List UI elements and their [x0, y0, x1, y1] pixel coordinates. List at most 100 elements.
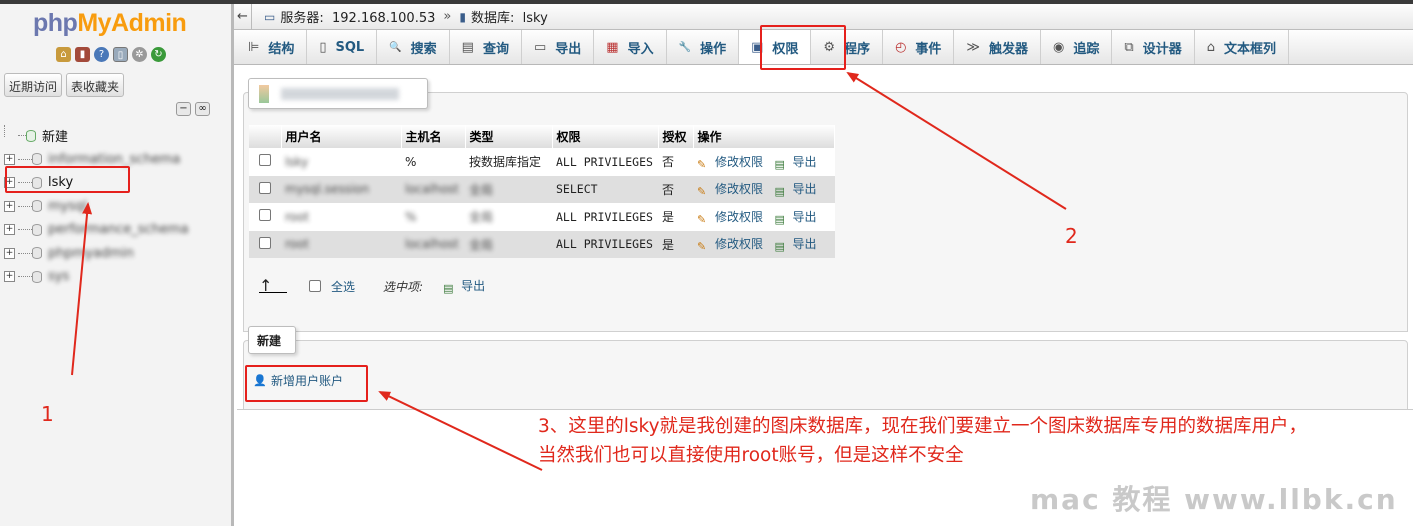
add-user-link[interactable]: 👤 新增用户账户: [253, 372, 343, 389]
cell-hostname: localhost: [405, 237, 459, 252]
tab-routines[interactable]: ⚙ 程序: [811, 30, 884, 64]
tree-item-information-schema[interactable]: + information_schema: [4, 148, 232, 172]
cell-privileges: ALL PRIVILEGES: [552, 230, 658, 258]
tree-item-performance-schema[interactable]: + performance_schema: [4, 218, 232, 242]
privileges-icon: ▣: [751, 39, 764, 55]
export-user-link[interactable]: ▤ 导出: [774, 237, 816, 253]
tab-events[interactable]: ◴ 事件: [883, 30, 955, 64]
tree-item-sys[interactable]: + sys: [4, 265, 232, 289]
tab-query[interactable]: ▤ 查询: [450, 30, 522, 64]
export-icon: ▭: [533, 39, 547, 55]
designer-icon: ⧉: [1124, 39, 1134, 55]
with-selected-label: 选中项:: [383, 279, 424, 294]
tab-triggers[interactable]: ≫ 触发器: [954, 30, 1042, 64]
docs-icon[interactable]: ▯: [113, 47, 128, 62]
export-icon: ▤: [774, 212, 785, 226]
tree-item-label: information_schema: [48, 151, 181, 167]
collapse-all-icon[interactable]: −: [176, 102, 191, 116]
tab-label: 程序: [844, 41, 871, 57]
help-icon[interactable]: ?: [94, 47, 109, 62]
expand-icon[interactable]: +: [4, 177, 15, 189]
tab-label: 搜索: [410, 41, 437, 57]
tree-item-mysql[interactable]: + mysql: [4, 195, 232, 219]
edit-privileges-link[interactable]: ✎ 修改权限: [697, 154, 764, 171]
tab-search[interactable]: 🔍 搜索: [377, 30, 450, 64]
db-label: 数据库:: [470, 11, 515, 26]
edit-privileges-label: 修改权限: [715, 154, 764, 169]
cell-privileges: ALL PRIVILEGES: [552, 148, 658, 176]
back-arrow-icon[interactable]: ←: [234, 3, 252, 30]
expand-icon[interactable]: +: [4, 153, 15, 165]
tab-operations[interactable]: 🔧 操作: [667, 30, 740, 64]
tab-label: 设计器: [1142, 41, 1182, 57]
server-link[interactable]: 服务器: 192.168.100.53: [280, 7, 435, 26]
reload-icon[interactable]: ↻: [151, 47, 166, 62]
header-username: 用户名: [281, 125, 402, 148]
breadcrumb-separator: »: [443, 9, 452, 24]
add-user-icon: 👤: [253, 373, 267, 387]
row-checkbox[interactable]: [259, 209, 271, 222]
table-header: 用户名 主机名 类型 权限 授权 操作: [249, 125, 835, 148]
expand-icon[interactable]: +: [4, 224, 15, 236]
tab-export[interactable]: ▭ 导出: [522, 30, 595, 64]
export-user-label: 导出: [792, 209, 817, 224]
expand-icon[interactable]: +: [4, 200, 15, 212]
export-user-link[interactable]: ▤ 导出: [774, 155, 816, 171]
database-icon: [32, 200, 42, 213]
edit-privileges-link[interactable]: ✎ 修改权限: [697, 210, 763, 226]
link-with-main-icon[interactable]: ∞: [195, 102, 210, 116]
tab-label: SQL: [335, 39, 365, 55]
tree-item-label: 新建: [42, 130, 69, 146]
tab-sql[interactable]: ▯ SQL: [307, 30, 378, 64]
tab-label: 权限: [772, 41, 799, 57]
import-icon: ▦: [606, 39, 619, 55]
user-group-icon: [259, 84, 269, 103]
tab-label: 导入: [627, 41, 654, 57]
export-user-link[interactable]: ▤ 导出: [774, 182, 816, 198]
tab-import[interactable]: ▦ 导入: [594, 30, 667, 64]
select-all-checkbox[interactable]: [309, 280, 321, 292]
row-checkbox[interactable]: [259, 181, 271, 194]
export-icon: ▤: [443, 282, 454, 295]
users-table: 用户名 主机名 类型 权限 授权 操作 lsky % 按数据库指定 ALL PR…: [249, 125, 835, 258]
settings-gear-icon[interactable]: ✲: [132, 47, 147, 62]
expand-icon[interactable]: +: [4, 247, 15, 259]
edit-privileges-icon: ✎: [697, 185, 707, 199]
export-user-link[interactable]: ▤ 导出: [774, 209, 817, 226]
annotation-note-line1: 3、这里的lsky就是我创建的图床数据库，现在我们要建立一个图床数据库专用的数据…: [538, 416, 1308, 437]
database-link[interactable]: 数据库: lsky: [471, 7, 548, 26]
tree-item-lsky[interactable]: + lsky: [4, 171, 232, 195]
expand-icon[interactable]: +: [4, 271, 15, 283]
phpmyadmin-logo[interactable]: phpMyAdmin: [33, 9, 187, 38]
edit-privileges-icon: ✎: [697, 212, 707, 226]
tree-item-label: phpmyadmin: [48, 245, 134, 261]
database-icon: [32, 176, 42, 189]
tab-central-columns[interactable]: ⌂ 文本框列: [1195, 30, 1289, 64]
header-privileges: 权限: [552, 125, 659, 148]
home-icon[interactable]: ⌂: [56, 47, 71, 62]
tab-structure[interactable]: ⊫ 结构: [236, 30, 308, 64]
tab-designer[interactable]: ⧉ 设计器: [1112, 30, 1195, 64]
database-icon: [32, 153, 42, 166]
select-all-label[interactable]: 全选: [331, 278, 355, 295]
edit-privileges-link[interactable]: ✎ 修改权限: [697, 182, 763, 199]
cell-grant: 是: [658, 203, 693, 231]
divider: [237, 409, 1413, 410]
favorites-button[interactable]: 表收藏夹: [66, 73, 125, 97]
database-icon: ▮: [459, 9, 466, 24]
tree-item-new[interactable]: 新建: [4, 124, 232, 148]
edit-privileges-link[interactable]: ✎ 修改权限: [697, 237, 763, 253]
tab-privileges[interactable]: ▣ 权限: [739, 30, 812, 64]
logout-icon[interactable]: ▮: [75, 47, 90, 62]
database-tree: 新建 + information_schema + lsky + mysql +…: [4, 124, 232, 289]
bulk-export-link[interactable]: ▤ 导出: [443, 277, 485, 295]
cell-username: lsky: [285, 154, 309, 169]
row-checkbox[interactable]: [259, 236, 271, 249]
logo-php-text: php: [33, 9, 78, 37]
tree-item-phpmyadmin[interactable]: + phpmyadmin: [4, 242, 232, 266]
annotation-number-1: 1: [41, 402, 54, 426]
row-checkbox[interactable]: [259, 154, 271, 167]
recent-button[interactable]: 近期访问: [4, 73, 63, 97]
legend-title-redacted: [281, 87, 399, 100]
tab-tracking[interactable]: ◉ 追踪: [1041, 30, 1113, 64]
